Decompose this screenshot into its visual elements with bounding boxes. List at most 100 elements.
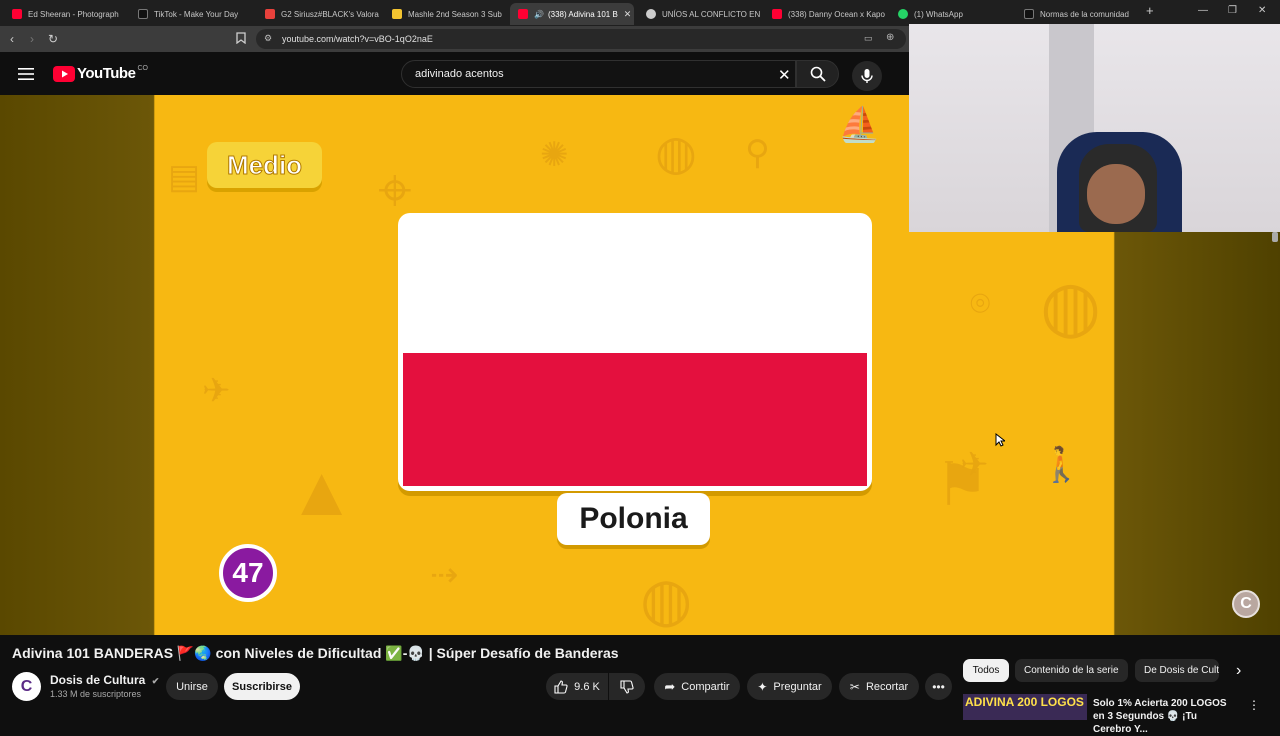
mouse-cursor-icon (995, 433, 1005, 447)
chip-series[interactable]: Contenido de la serie (1015, 659, 1128, 682)
browser-tab[interactable]: Normas de la comunidad (1016, 3, 1140, 25)
globe-icon: ◍ (655, 127, 697, 180)
flag-white-stripe (403, 218, 867, 353)
thumbs-down-icon (620, 679, 634, 694)
youtube-logo-text: YouTube (77, 65, 136, 82)
microphone-icon (861, 69, 873, 83)
verified-icon: ✔ (151, 676, 160, 686)
youtube-favicon-icon (518, 9, 528, 19)
recommendation-title[interactable]: Solo 1% Acierta 200 LOGOS en 3 Segundos … (1093, 697, 1238, 736)
forward-icon[interactable]: › (30, 32, 34, 46)
chip-all[interactable]: Todos (963, 659, 1009, 682)
thumbs-up-icon (554, 679, 568, 694)
mountains-icon: ▲ (287, 452, 357, 530)
ask-button[interactable]: ✦ Preguntar (747, 673, 832, 700)
question-number-badge: 47 (219, 544, 277, 602)
tiktok-favicon-icon (138, 9, 148, 19)
voice-search-button[interactable] (852, 61, 882, 91)
site-info-icon[interactable]: ⚙ (264, 33, 272, 44)
back-icon[interactable]: ‹ (10, 32, 14, 46)
difficulty-badge: Medio (207, 142, 322, 188)
location-pin-icon: ⌾ (970, 285, 991, 323)
browser-tab[interactable]: Ed Sheeran - Photograph (4, 3, 126, 25)
magnifier-icon: ⚲ (745, 134, 770, 172)
browser-tab-active[interactable]: 🔊 (338) Adivina 101 B ✕ (510, 3, 634, 25)
browser-toolbar: ‹ › ↻ ⚙ youtube.com/watch?v=vBO-1qO2naE … (0, 26, 909, 52)
scissors-icon: ✂ (849, 679, 860, 694)
clear-search-icon[interactable]: ✕ (778, 66, 791, 84)
join-button[interactable]: Unirse (166, 673, 218, 700)
recommendation-thumbnail[interactable]: ADIVINA 200 LOGOS (963, 694, 1087, 720)
ask-label: Preguntar (773, 680, 822, 693)
scrollbar-thumb[interactable] (1272, 232, 1278, 242)
world-icon: ◍ (1040, 267, 1102, 345)
earth-icon: ◍ (640, 566, 693, 633)
browser-tab-strip: Ed Sheeran - Photograph TikTok - Make Yo… (0, 0, 1280, 26)
cast-icon[interactable]: ▭ (864, 33, 873, 44)
airplane-icon: ✈ (202, 372, 231, 410)
region-code: CO (137, 65, 148, 72)
like-button[interactable]: 9.6 K (546, 673, 608, 700)
channel-avatar[interactable]: C (12, 672, 41, 701)
tab-title: (1) WhatsApp (914, 9, 963, 19)
zoom-icon[interactable]: ⊕ (886, 32, 894, 43)
passport-icon: ▤ (168, 158, 201, 196)
browser-tab[interactable]: (338) Danny Ocean x Kapo (764, 3, 888, 25)
tracker-favicon-icon (265, 9, 275, 19)
close-window-icon[interactable]: ✕ (1258, 5, 1266, 16)
browser-tab[interactable]: TikTok - Make Your Day (130, 3, 254, 25)
tiktok-favicon-icon (1024, 9, 1034, 19)
globe-favicon-icon (646, 9, 656, 19)
audio-playing-icon[interactable]: 🔊 (534, 10, 544, 19)
sparkle-icon: ✦ (757, 679, 768, 694)
minimize-icon[interactable]: — (1198, 5, 1208, 16)
tab-title: Mashle 2nd Season 3 Sub (408, 9, 502, 19)
sailboat-icon: ⛵ (838, 106, 881, 144)
menu-icon[interactable] (18, 67, 34, 85)
whatsapp-favicon-icon (898, 9, 908, 19)
share-icon: ➦ (664, 678, 676, 694)
compass-icon: ✺ (540, 136, 569, 174)
address-bar[interactable]: ⚙ youtube.com/watch?v=vBO-1qO2naE ▭ ⊕ (256, 29, 906, 49)
reload-icon[interactable]: ↻ (48, 32, 58, 46)
chevron-right-icon[interactable]: › (1236, 662, 1241, 680)
browser-tab[interactable]: (1) WhatsApp (890, 3, 1014, 25)
share-label: Compartir (681, 680, 730, 693)
search-button[interactable] (796, 60, 839, 88)
restore-icon[interactable]: ❐ (1228, 5, 1237, 16)
clip-button[interactable]: ✂ Recortar (839, 673, 919, 700)
webcam-face (1087, 164, 1145, 224)
more-actions-button[interactable]: ••• (925, 673, 952, 700)
clip-label: Recortar (865, 680, 909, 693)
browser-tab[interactable]: Mashle 2nd Season 3 Sub (384, 3, 508, 25)
tab-title: (338) Adivina 101 B (547, 9, 618, 19)
tab-title: UNÍOS AL CONFLICTO EN (662, 9, 761, 19)
thumbnail-text: ADIVINA 200 LOGOS (965, 695, 1084, 709)
tab-title: TikTok - Make Your Day (154, 9, 239, 19)
search-input[interactable]: adivinado acentos ✕ (401, 60, 796, 88)
close-tab-icon[interactable]: ✕ (618, 9, 632, 20)
channel-name[interactable]: Dosis de Cultura ✔ (50, 673, 159, 687)
plane-icon: ✈ (960, 446, 989, 484)
bookmark-icon[interactable] (236, 32, 246, 47)
subscribe-button[interactable]: Suscribirse (224, 673, 300, 700)
chip-channel[interactable]: De Dosis de Cultura (1135, 659, 1219, 682)
more-icon: ••• (932, 679, 945, 694)
signpost-icon: ⇢ (430, 556, 459, 594)
hiker-icon: 🚶 (1040, 446, 1083, 484)
flag-card (398, 213, 872, 491)
youtube-favicon-icon (12, 9, 22, 19)
youtube-logo[interactable]: YouTube CO (53, 65, 148, 82)
dislike-button[interactable] (609, 673, 645, 700)
channel-watermark[interactable]: C (1232, 590, 1260, 618)
share-button[interactable]: ➦ Compartir (654, 673, 740, 700)
tab-title: Normas de la comunidad (1040, 9, 1129, 19)
url-text: youtube.com/watch?v=vBO-1qO2naE (282, 34, 433, 44)
more-vert-icon[interactable]: ⋮ (1248, 698, 1260, 712)
plus-icon[interactable]: + (1146, 3, 1154, 18)
browser-tab[interactable]: G2 Siriusz#BLACK's Valora (257, 3, 381, 25)
browser-tab[interactable]: UNÍOS AL CONFLICTO EN (638, 3, 762, 25)
flag-red-stripe (403, 353, 867, 486)
like-count: 9.6 K (574, 680, 600, 693)
search-icon (810, 66, 826, 82)
